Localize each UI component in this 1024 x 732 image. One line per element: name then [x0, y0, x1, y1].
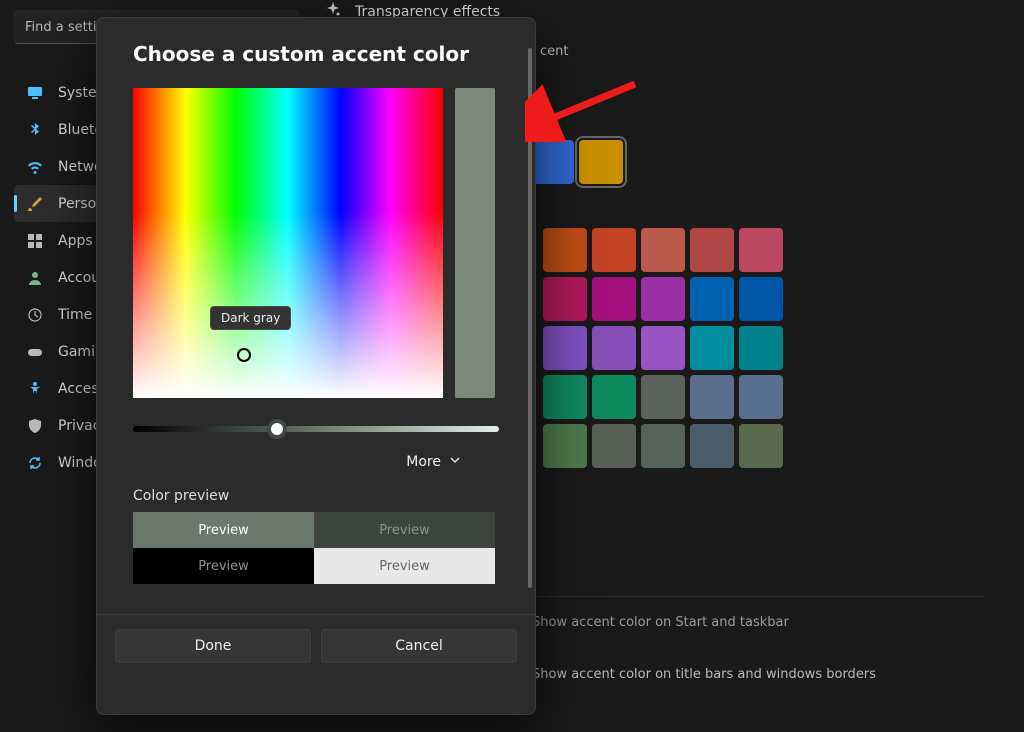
color-swatch[interactable]	[592, 424, 636, 468]
dialog-title: Choose a custom accent color	[97, 18, 535, 66]
color-selector-ring[interactable]	[237, 348, 251, 362]
color-swatch[interactable]	[641, 424, 685, 468]
gamepad-icon	[26, 343, 44, 361]
accessibility-icon	[26, 380, 44, 398]
color-swatch[interactable]	[690, 424, 734, 468]
chevron-down-icon	[449, 454, 461, 470]
color-swatch[interactable]	[739, 424, 783, 468]
color-tooltip: Dark gray	[210, 306, 291, 330]
color-swatch[interactable]	[739, 277, 783, 321]
update-icon	[26, 454, 44, 472]
option-taskbar-label: Show accent color on Start and taskbar	[532, 615, 789, 630]
color-swatch[interactable]	[690, 326, 734, 370]
sidebar-item-label: Apps	[58, 233, 93, 249]
color-swatch[interactable]	[690, 375, 734, 419]
preview-swatch-3: Preview	[133, 548, 314, 584]
color-swatch[interactable]	[739, 326, 783, 370]
more-label: More	[406, 454, 441, 470]
option-borders-label: Show accent color on title bars and wind…	[532, 667, 876, 682]
done-button[interactable]: Done	[115, 629, 311, 663]
preview-swatch-2: Preview	[314, 512, 495, 548]
value-slider-thumb[interactable]	[267, 419, 287, 439]
color-swatch[interactable]	[690, 228, 734, 272]
color-swatch[interactable]	[579, 140, 623, 184]
cancel-button[interactable]: Cancel	[321, 629, 517, 663]
shield-icon	[26, 417, 44, 435]
value-preview-bar	[455, 88, 495, 398]
color-picker-dialog: Choose a custom accent color Dark gray M…	[96, 17, 536, 715]
brush-icon	[26, 195, 44, 213]
color-swatch[interactable]	[739, 228, 783, 272]
color-swatch[interactable]	[690, 277, 734, 321]
color-swatch[interactable]	[543, 326, 587, 370]
person-icon	[26, 269, 44, 287]
color-swatch[interactable]	[543, 228, 587, 272]
globe-clock-icon	[26, 306, 44, 324]
preview-swatch-1: Preview	[133, 512, 314, 548]
dialog-scrollbar[interactable]	[528, 48, 532, 588]
preview-heading: Color preview	[133, 488, 535, 504]
color-swatch[interactable]	[592, 228, 636, 272]
bluetooth-icon	[26, 121, 44, 139]
color-swatch[interactable]	[592, 277, 636, 321]
monitor-icon	[26, 84, 44, 102]
more-toggle[interactable]: More	[97, 454, 499, 470]
color-swatch[interactable]	[543, 277, 587, 321]
picker-area: Dark gray	[133, 88, 495, 398]
color-swatch[interactable]	[592, 326, 636, 370]
dialog-buttons: Done Cancel	[97, 615, 535, 663]
color-swatch[interactable]	[530, 140, 574, 184]
color-swatch[interactable]	[641, 228, 685, 272]
color-swatch[interactable]	[543, 375, 587, 419]
preview-swatch-4: Preview	[314, 548, 495, 584]
hue-saturation-field[interactable]: Dark gray	[133, 88, 443, 398]
color-swatch[interactable]	[641, 277, 685, 321]
color-swatch[interactable]	[739, 375, 783, 419]
wifi-icon	[26, 158, 44, 176]
preview-grid: Preview Preview Preview Preview	[133, 512, 495, 584]
color-swatch[interactable]	[641, 375, 685, 419]
apps-icon	[26, 232, 44, 250]
accent-label-truncated: cent	[540, 44, 568, 59]
color-swatch[interactable]	[543, 424, 587, 468]
color-swatch[interactable]	[641, 326, 685, 370]
value-slider[interactable]	[133, 426, 499, 432]
color-swatch[interactable]	[592, 375, 636, 419]
